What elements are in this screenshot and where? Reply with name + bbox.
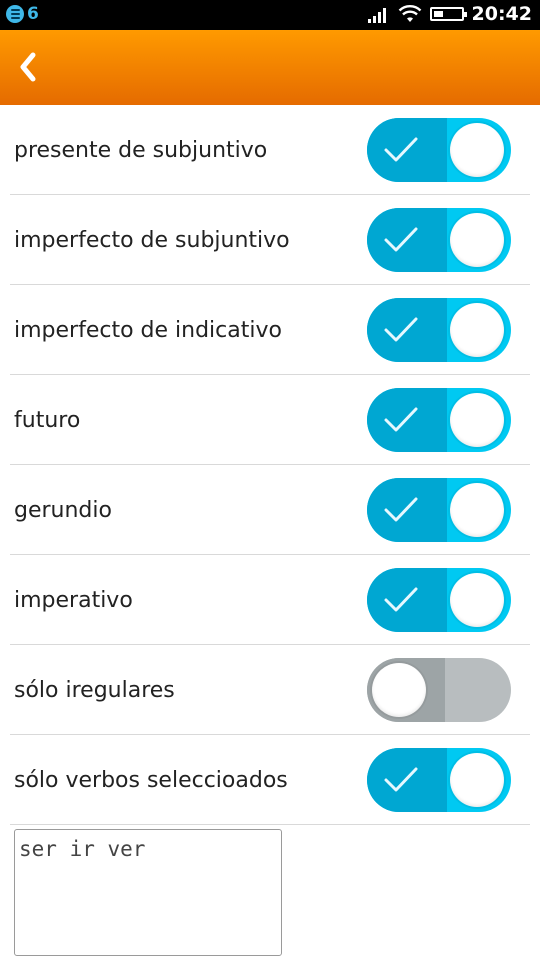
setting-toggle[interactable] [367, 478, 511, 542]
app-header [0, 30, 540, 105]
status-right: 20:42 [367, 3, 532, 25]
setting-label: imperfecto de indicativo [14, 317, 282, 343]
setting-toggle[interactable] [367, 748, 511, 812]
toggle-knob [450, 213, 504, 267]
setting-label: futuro [14, 407, 81, 433]
clock: 20:42 [471, 3, 532, 25]
verbs-input[interactable] [14, 829, 282, 956]
battery-icon [429, 7, 467, 21]
toggle-knob [450, 393, 504, 447]
setting-toggle[interactable] [367, 568, 511, 632]
status-left: 6 [6, 4, 39, 24]
setting-label: sólo verbos seleccioados [14, 767, 288, 793]
setting-row: presente de subjuntivo [10, 105, 530, 195]
setting-row: gerundio [10, 465, 530, 555]
chevron-left-icon [20, 52, 36, 82]
check-icon [384, 227, 418, 252]
setting-row: futuro [10, 375, 530, 465]
setting-label: presente de subjuntivo [14, 137, 268, 163]
wifi-icon [398, 5, 421, 22]
setting-label: imperfecto de subjuntivo [14, 227, 290, 253]
setting-toggle[interactable] [367, 658, 511, 722]
signal-icon [367, 8, 386, 23]
back-button[interactable] [8, 44, 48, 90]
setting-label: sólo iregulares [14, 677, 175, 703]
setting-row: sólo verbos seleccioados [10, 735, 530, 825]
setting-row: imperfecto de subjuntivo [10, 195, 530, 285]
setting-toggle[interactable] [367, 118, 511, 182]
toggle-knob [450, 303, 504, 357]
setting-label: imperativo [14, 587, 133, 613]
check-icon [384, 137, 418, 162]
toggle-knob [450, 483, 504, 537]
check-icon [384, 497, 418, 522]
settings-list: presente de subjuntivo imperfecto de subj… [0, 105, 540, 825]
setting-toggle[interactable] [367, 388, 511, 452]
toggle-knob [450, 573, 504, 627]
notification-icon [6, 5, 24, 23]
notification-count: 6 [27, 4, 39, 24]
setting-toggle[interactable] [367, 298, 511, 362]
toggle-knob [372, 663, 426, 717]
setting-row: sólo iregulares [10, 645, 530, 735]
setting-label: gerundio [14, 497, 112, 523]
toggle-knob [450, 123, 504, 177]
check-icon [384, 407, 418, 432]
status-bar: 6 20:42 [0, 0, 540, 30]
toggle-knob [450, 753, 504, 807]
check-icon [384, 767, 418, 792]
setting-row: imperfecto de indicativo [10, 285, 530, 375]
setting-toggle[interactable] [367, 208, 511, 272]
check-icon [384, 317, 418, 342]
setting-row: imperativo [10, 555, 530, 645]
check-icon [384, 587, 418, 612]
